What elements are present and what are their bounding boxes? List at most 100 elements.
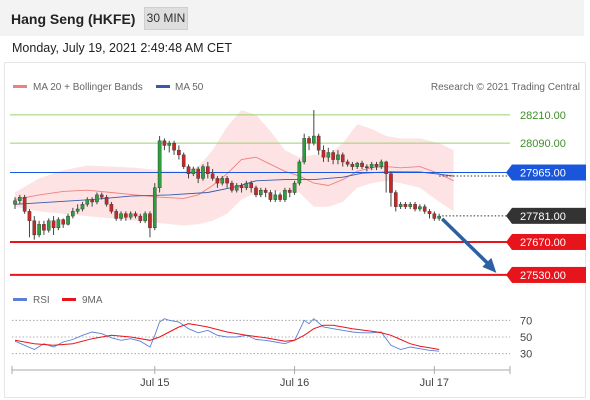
candle-body [191,168,196,174]
candle-body [124,213,128,218]
ma9-legend-swatch [62,298,76,301]
candle-body [427,211,432,214]
x-tick-label: Jul 17 [420,377,449,389]
candle-body [133,213,138,217]
candle-body [365,166,369,169]
ma50-legend-swatch [156,85,170,88]
candle-body [42,224,46,231]
candle-body [215,178,220,184]
candle-body [244,182,249,189]
candle-body [374,164,379,167]
candle-body [331,152,335,160]
resistance-1-label: 28090.00 [520,138,566,150]
rsi-legend-swatch [13,298,27,301]
x-axis: Jul 15 Jul 16 Jul 17 [11,366,511,389]
candle-body [249,182,253,189]
candle-body [172,142,176,151]
candle-body [432,213,437,219]
candle-body [297,161,302,184]
candle-body [148,213,152,229]
candle-body [201,166,205,179]
credit-label: Research © 2021 Trading Central [431,82,580,93]
candle-body [263,189,268,193]
candle-body [71,211,75,217]
candle-body [114,211,119,219]
last-price-label-pointer [506,207,512,224]
candle-body [287,189,292,193]
rsi-level-label: 70 [520,315,532,327]
resistance-2-label: 28210.00 [520,110,566,122]
support-1-label: 27670.00 [520,237,566,249]
rsi-level-label: 30 [520,349,532,361]
candle-body [355,162,360,167]
candle-body [326,152,331,158]
candle-body [186,166,191,174]
candle-body [437,215,441,219]
candle-body [181,154,186,167]
candle-body [268,192,273,200]
candle-body [22,197,27,212]
support-1-label-pointer [506,233,512,250]
candle-body [239,185,244,189]
candle-body [273,194,278,200]
last-price-label: 27781.00 [520,211,566,223]
candle-body [340,154,345,163]
candle-body [162,140,167,146]
candle-body [95,194,99,203]
candle-body [99,194,104,198]
candle-body [408,204,413,207]
rsi-legend-label: RSI [33,295,50,306]
candle-body [13,200,17,205]
candle-body [302,138,307,163]
candle-body [413,204,417,210]
candle-body [225,178,229,184]
candle-body [292,182,297,193]
candle-body [360,162,364,167]
candle-body [56,219,61,229]
price-panel: 28210.00 28090.00 27965.00 27781.00 27670.00… [10,110,586,283]
support-2-label-pointer [506,266,512,283]
price-chart: MA 20 + Bollinger Bands MA 50 Research ©… [10,82,586,389]
candle-body [234,185,239,191]
candle-body [312,135,316,144]
bb-legend-label: MA 20 + Bollinger Bands [33,82,143,93]
candle-body [85,199,90,205]
candle-body [61,219,65,225]
x-tick-label: Jul 16 [280,377,309,389]
candle-body [254,187,258,196]
candle-body [393,192,398,207]
candle-body [205,166,210,174]
candle-body [143,213,147,221]
candle-body [51,220,56,229]
candle-body [345,161,350,165]
candle-body [80,204,85,210]
candle-body [177,149,181,156]
candle-body [316,135,321,151]
candle-body [336,154,340,160]
candle-body [350,164,355,167]
candle-body [167,142,172,146]
candle-body [307,138,311,144]
candle-body [196,168,200,179]
candle-body [37,224,41,236]
candle-body [230,182,234,191]
candle-body [379,161,384,167]
rsi-panel: 70 50 30 [12,315,532,361]
candle-body [32,220,37,236]
rsi-level-label: 50 [520,332,532,344]
candle-body [27,211,32,221]
candle-body [138,215,143,221]
bb-legend-swatch [13,85,27,88]
ma9-legend-label: 9MA [82,295,103,306]
rsi-line [14,318,440,352]
candle-body [152,187,157,229]
candle-body [46,220,51,231]
candle-body [369,164,374,169]
candle-body [321,149,326,158]
candle-body [18,197,22,201]
candle-body [259,189,263,196]
candle-body [278,194,282,200]
candle-body [210,173,215,179]
candle-body [128,213,133,218]
candle-body [109,204,114,212]
